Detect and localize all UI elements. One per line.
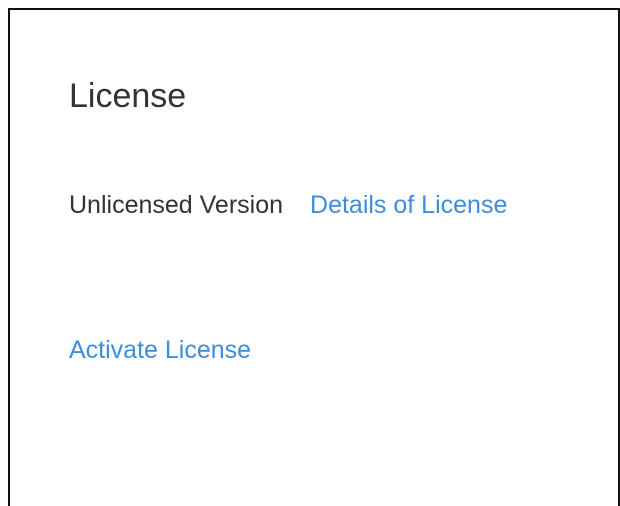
activate-license-link[interactable]: Activate License (69, 335, 251, 365)
license-panel: License Unlicensed Version Details of Lic… (8, 8, 620, 506)
details-of-license-link[interactable]: Details of License (310, 191, 507, 219)
license-status-text: Unlicensed Version (69, 191, 284, 219)
license-status-row: Unlicensed Version Details of License (69, 190, 507, 220)
page-title: License (69, 77, 187, 115)
